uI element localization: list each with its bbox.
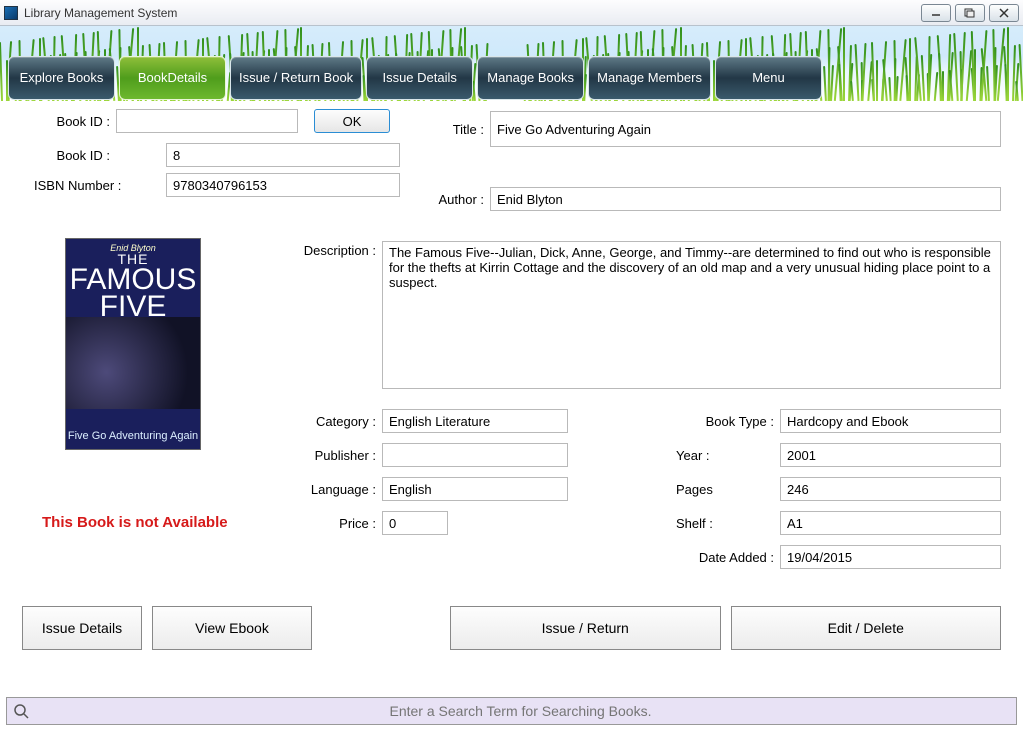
author-field[interactable]: [490, 187, 1001, 211]
title-field[interactable]: [490, 111, 1001, 147]
isbn-label: ISBN Number :: [12, 178, 142, 193]
booktype-label: Book Type :: [650, 414, 780, 429]
year-label: Year :: [650, 448, 780, 463]
button-label: View Ebook: [195, 620, 269, 636]
category-label: Category :: [262, 414, 382, 429]
language-label: Language :: [262, 482, 382, 497]
ok-button-label: OK: [343, 114, 362, 129]
close-icon: [999, 8, 1009, 18]
cover-subtitle: Five Go Adventuring Again: [66, 430, 200, 443]
maximize-icon: [964, 8, 976, 18]
minimize-button[interactable]: [921, 4, 951, 22]
issue-details-button[interactable]: Issue Details: [22, 606, 142, 650]
price-label: Price :: [262, 516, 382, 531]
header-banner: Explore Books BookDetails Issue / Return…: [0, 26, 1023, 101]
tab-label: Issue Details: [382, 71, 456, 86]
tab-label: Menu: [752, 71, 785, 86]
price-field[interactable]: [382, 511, 448, 535]
publisher-label: Publisher :: [262, 448, 382, 463]
ok-button[interactable]: OK: [314, 109, 390, 133]
pages-label: Pages: [650, 482, 780, 497]
tab-label: Issue / Return Book: [239, 71, 353, 86]
tab-label: Manage Members: [597, 71, 702, 86]
window-title: Library Management System: [24, 6, 917, 20]
author-label: Author :: [420, 192, 490, 207]
cover-title: THE FAMOUS FIVE: [66, 253, 200, 320]
tab-issue-return-book[interactable]: Issue / Return Book: [230, 56, 362, 100]
close-button[interactable]: [989, 4, 1019, 22]
dateadded-label: Date Added :: [650, 550, 780, 565]
main-tabs: Explore Books BookDetails Issue / Return…: [8, 56, 822, 100]
title-label: Title :: [420, 122, 490, 137]
window-titlebar: Library Management System: [0, 0, 1023, 26]
shelf-label: Shelf :: [650, 516, 780, 531]
book-id-search-input[interactable]: [116, 109, 298, 133]
dateadded-field[interactable]: [780, 545, 1001, 569]
book-id-label: Book ID :: [12, 148, 116, 163]
search-input[interactable]: [31, 699, 1010, 723]
tab-menu[interactable]: Menu: [715, 56, 822, 100]
publisher-field[interactable]: [382, 443, 568, 467]
description-label: Description :: [262, 241, 382, 258]
tab-label: Manage Books: [487, 71, 574, 86]
search-bar[interactable]: [6, 697, 1017, 725]
book-id-field[interactable]: [166, 143, 400, 167]
button-label: Issue Details: [42, 620, 122, 636]
action-button-row: Issue Details View Ebook Issue / Return …: [22, 606, 1001, 650]
minimize-icon: [931, 9, 941, 17]
availability-message: This Book is not Available: [42, 514, 228, 531]
tab-label: Explore Books: [20, 71, 104, 86]
button-label: Issue / Return: [542, 620, 629, 636]
issue-return-button[interactable]: Issue / Return: [450, 606, 721, 650]
search-icon: [13, 703, 29, 719]
booktype-field[interactable]: [780, 409, 1001, 433]
tab-book-details[interactable]: BookDetails: [119, 56, 226, 100]
tab-explore-books[interactable]: Explore Books: [8, 56, 115, 100]
book-id-search-label: Book ID :: [12, 114, 116, 129]
year-field[interactable]: [780, 443, 1001, 467]
language-field[interactable]: [382, 477, 568, 501]
content-area: Book ID : OK Book ID : ISBN Number : Tit…: [0, 101, 1023, 691]
tab-issue-details[interactable]: Issue Details: [366, 56, 473, 100]
category-field[interactable]: [382, 409, 568, 433]
tab-manage-members[interactable]: Manage Members: [588, 56, 711, 100]
isbn-field[interactable]: [166, 173, 400, 197]
book-cover: Enid Blyton THE FAMOUS FIVE Five Go Adve…: [66, 239, 200, 449]
button-label: Edit / Delete: [828, 620, 904, 636]
app-icon: [4, 6, 18, 20]
cover-art: [66, 317, 200, 409]
pages-field[interactable]: [780, 477, 1001, 501]
tab-label: BookDetails: [138, 71, 207, 86]
tab-manage-books[interactable]: Manage Books: [477, 56, 584, 100]
shelf-field[interactable]: [780, 511, 1001, 535]
edit-delete-button[interactable]: Edit / Delete: [731, 606, 1002, 650]
description-field[interactable]: [382, 241, 1001, 389]
maximize-button[interactable]: [955, 4, 985, 22]
view-ebook-button[interactable]: View Ebook: [152, 606, 312, 650]
